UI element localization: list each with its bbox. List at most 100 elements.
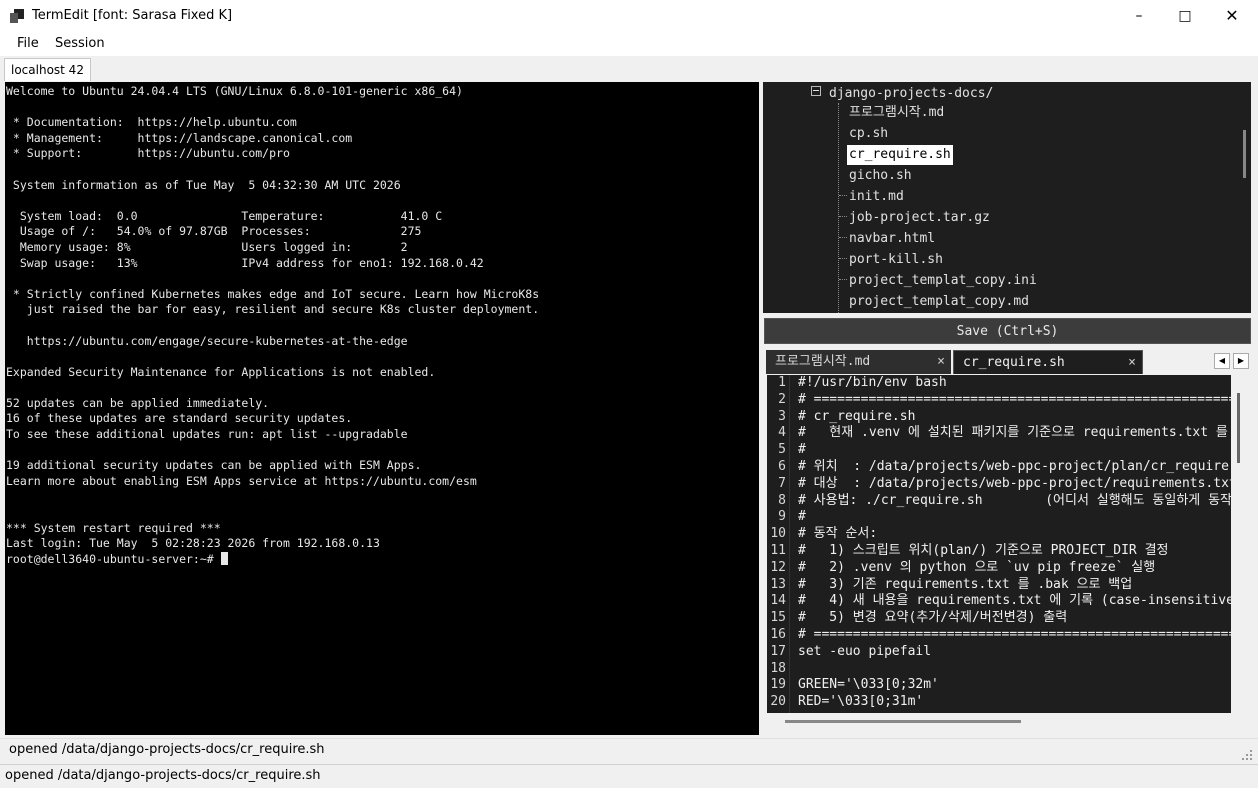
code-line: # 5) 변경 요약(추가/삭제/버전변경) 출력	[798, 610, 1068, 626]
code-line: # 동작 순서:	[798, 526, 878, 542]
code-line: # 3) 기존 requirements.txt 를 .bak 으로 백업	[798, 576, 1133, 592]
line-number: 7	[778, 475, 786, 491]
line-number: 13	[770, 576, 786, 592]
editor-horizontal-scroll-track	[764, 713, 1251, 735]
tree-connector	[839, 279, 847, 281]
terminal-output: Welcome to Ubuntu 24.04.4 LTS (GNU/Linux…	[6, 84, 540, 566]
tab-scroll-left-icon[interactable]: ◀	[1214, 353, 1230, 369]
resize-grip-icon[interactable]	[1250, 758, 1252, 760]
line-number: 18	[770, 660, 786, 676]
code-line: # 위치 : /data/projects/web-ppc-project/pl…	[798, 459, 1231, 474]
tree-file[interactable]: cp.sh	[847, 124, 890, 144]
line-number: 3	[778, 408, 786, 424]
line-number: 5	[778, 442, 786, 458]
tree-connector	[839, 195, 847, 197]
code-line: GREEN='\033[0;32m'	[798, 677, 939, 693]
tree-file[interactable]: gicho.sh	[847, 166, 914, 186]
session-tab-bar: localhost 42	[0, 56, 1258, 82]
code-line: # 1) 스크립트 위치(plan/) 기준으로 PROJECT_DIR 결정	[798, 543, 1169, 558]
app-terminal-icon	[10, 9, 24, 23]
line-number: 4	[778, 425, 786, 441]
tree-file[interactable]: project_templat_copy.ini	[847, 271, 1039, 291]
line-number: 20	[770, 694, 786, 710]
code-line: # cr_require.sh	[798, 408, 916, 424]
line-number: 2	[778, 391, 786, 407]
tree-file[interactable]: init.md	[847, 187, 906, 207]
resize-grip-icon[interactable]	[1250, 754, 1252, 756]
code-line: # 현재 .venv 에 설치된 패키지를 기준으로 requirements.…	[798, 425, 1228, 441]
tree-file-selected[interactable]: cr_require.sh	[847, 145, 953, 165]
resize-grip-icon[interactable]	[1246, 754, 1248, 756]
code-line: #!/usr/bin/env bash	[798, 375, 947, 390]
line-number: 19	[770, 677, 786, 693]
minimize-icon[interactable]: –	[1116, 0, 1162, 32]
title-bar: TermEdit [font: Sarasa Fixed K] – □ ✕	[0, 0, 1258, 32]
tree-file[interactable]: port-kill.sh	[847, 250, 945, 270]
tab-scroll-right-icon[interactable]: ▶	[1233, 353, 1249, 369]
tree-connector	[839, 237, 847, 239]
line-number: 14	[770, 593, 786, 609]
close-tab-icon[interactable]: ×	[1128, 351, 1136, 375]
terminal-cursor	[220, 551, 228, 565]
line-number: 8	[778, 492, 786, 508]
tree-file[interactable]: project_templat_copy.md	[847, 292, 1031, 312]
editor-tab-active[interactable]: cr_require.sh ×	[953, 350, 1143, 374]
code-editor[interactable]: 1 2 3 4 5 6 7 8 9 10 11 12 13 14 15 16 17 18 19 20 #!/usr/b…	[767, 375, 1231, 713]
line-number: 16	[770, 627, 786, 642]
line-number: 17	[770, 643, 786, 659]
code-line: # 2) .venv 의 python 으로 `uv pip freeze` 실…	[798, 559, 1156, 575]
maximize-icon[interactable]: □	[1162, 0, 1208, 32]
editor-tab-bar: 프로그램시작.md × cr_require.sh × ◀ ▶	[763, 349, 1253, 375]
tree-folder-django-projects-docs[interactable]: django-projects-docs/	[811, 84, 993, 104]
tree-guide-line	[838, 103, 839, 313]
line-number: 1	[778, 375, 786, 390]
session-tab[interactable]: localhost 42	[4, 58, 91, 81]
line-number: 15	[770, 610, 786, 626]
tree-file[interactable]: navbar.html	[847, 229, 937, 249]
code-line: #	[798, 509, 806, 525]
status-text: opened /data/django-projects-docs/cr_req…	[9, 742, 325, 757]
window-title: TermEdit [font: Sarasa Fixed K]	[32, 8, 233, 23]
menu-bar: File Session	[0, 32, 1258, 56]
code-line: # 4) 새 내용을 requirements.txt 에 기록 (case-i…	[798, 593, 1231, 609]
tree-file[interactable]: job-project.tar.gz	[847, 208, 992, 228]
code-line: # ======================================…	[798, 627, 1231, 642]
editor-vertical-scrollbar[interactable]	[1237, 393, 1240, 463]
line-number-gutter: 1 2 3 4 5 6 7 8 9 10 11 12 13 14 15 16 17 18 19 20	[767, 375, 789, 713]
line-number: 11	[770, 543, 786, 558]
tree-connector	[839, 216, 847, 218]
code-line: #	[798, 442, 806, 458]
code-line: # 사용법: ./cr_require.sh (어디서 실행해도 동일하게 동작…	[798, 492, 1231, 508]
menu-file[interactable]: File	[17, 36, 39, 51]
editor-horizontal-scrollbar[interactable]	[785, 720, 1021, 723]
resize-grip-icon[interactable]	[1250, 750, 1252, 752]
resize-grip-icon[interactable]	[1246, 758, 1248, 760]
tree-folder-label: django-projects-docs/	[829, 86, 994, 101]
line-number: 12	[770, 559, 786, 575]
editor-tab-label: cr_require.sh	[963, 355, 1065, 370]
code-line: RED='\033[0;31m'	[798, 694, 924, 710]
file-tree[interactable]: django-projects-docs/ 프로그램시작.md cp.sh cr…	[763, 82, 1251, 313]
tree-scrollbar[interactable]	[1243, 130, 1246, 178]
terminal-pane[interactable]: Welcome to Ubuntu 24.04.4 LTS (GNU/Linux…	[5, 82, 759, 735]
close-icon[interactable]: ✕	[1209, 0, 1255, 32]
code-line: set -euo pipefail	[798, 643, 932, 659]
gutter-divider	[789, 375, 790, 713]
tree-file[interactable]: 프로그램시작.md	[847, 103, 946, 123]
window-status-bar: opened /data/django-projects-docs/cr_req…	[0, 764, 1258, 788]
editor-tab[interactable]: 프로그램시작.md ×	[766, 350, 951, 374]
line-number: 10	[770, 526, 786, 542]
save-button[interactable]: Save (Ctrl+S)	[764, 318, 1251, 344]
line-number: 9	[778, 509, 786, 525]
code-line: # ======================================…	[798, 391, 1231, 407]
close-tab-icon[interactable]: ×	[937, 350, 945, 374]
collapse-icon[interactable]	[811, 86, 821, 96]
menu-session[interactable]: Session	[55, 36, 105, 51]
editor-status-bar: opened /data/django-projects-docs/cr_req…	[0, 738, 1258, 761]
tree-connector	[839, 258, 847, 260]
line-number: 6	[778, 459, 786, 474]
code-line: # 대상 : /data/projects/web-ppc-project/re…	[798, 475, 1231, 491]
resize-grip-icon[interactable]	[1242, 758, 1244, 760]
status-text: opened /data/django-projects-docs/cr_req…	[5, 768, 321, 783]
